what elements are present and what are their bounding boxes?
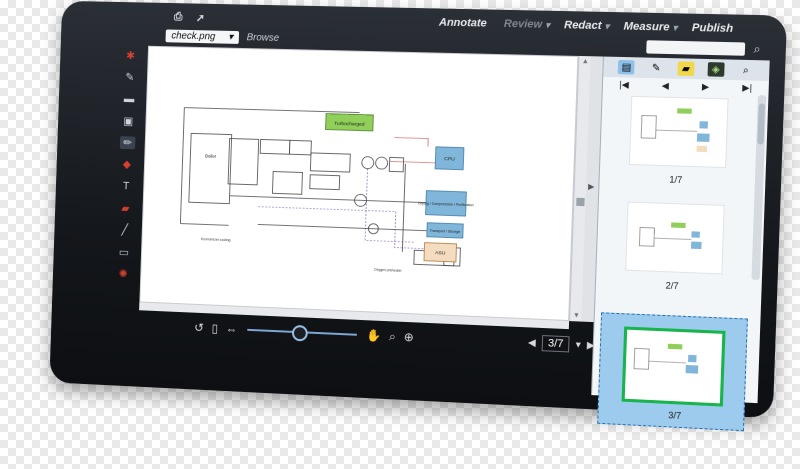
zoom-slider[interactable] xyxy=(247,323,357,342)
thumbnail-2-label: 2/7 xyxy=(596,278,749,294)
pen-icon[interactable]: ✎ xyxy=(122,71,138,84)
scroll-thumb[interactable] xyxy=(576,198,584,206)
rectangle-icon[interactable]: ▭ xyxy=(116,245,132,259)
menu-publish[interactable]: Publish xyxy=(692,22,737,35)
collapse-arrow-icon[interactable]: ▶ xyxy=(588,182,595,191)
bottom-left-caption: Economizer cooling xyxy=(201,237,231,242)
file-name: check.png xyxy=(171,30,215,42)
menu-annotate[interactable]: Annotate xyxy=(439,17,490,30)
notes-tab-icon[interactable]: ▰ xyxy=(677,61,694,76)
thumbnail-page-2[interactable] xyxy=(625,202,725,275)
cursor-icon[interactable]: ➚ xyxy=(196,11,205,24)
boiler-label: Boiler xyxy=(205,153,217,158)
tablet-mockup: ⎙ ➚ Annotate Review ▾ Redact ▾ Measure ▾ Pu… xyxy=(49,1,787,418)
menu-measure[interactable]: Measure ▾ xyxy=(623,20,677,33)
zoom-in-icon[interactable]: ⊕ xyxy=(403,330,413,344)
document-page[interactable]: Turbocharged Boiler CPU Drying / Compres… xyxy=(139,46,578,321)
page-dropdown-icon[interactable]: ▾ xyxy=(575,339,581,350)
thumbnail-1-preview xyxy=(630,97,728,167)
page-navigator: ◀ 3/7 ▾ ▶ xyxy=(528,334,595,353)
rotate-icon[interactable]: ↺ xyxy=(194,321,204,335)
schematic-diagram: Turbocharged Boiler CPU Drying / Compres… xyxy=(139,46,578,321)
print-icon[interactable]: ⎙ xyxy=(174,10,183,23)
line-icon[interactable]: ╱ xyxy=(117,223,133,237)
highlight-icon[interactable]: ▬ xyxy=(121,93,137,106)
last-page-icon[interactable]: ▶| xyxy=(742,82,752,94)
bottom-mid-caption: Oxygen preheater xyxy=(374,268,403,273)
top-left-icons: ⎙ ➚ xyxy=(174,10,205,23)
search-tab-icon[interactable]: ⌕ xyxy=(737,63,754,78)
annotation-toolrail: ✱ ✎ ▬ ▣ ✏ ◆ T ▰ ╱ ▭ ✺ xyxy=(112,43,143,281)
thumbnail-3-label: 3/7 xyxy=(598,407,751,425)
browse-link[interactable]: Browse xyxy=(246,32,279,44)
image-icon[interactable]: ▣ xyxy=(121,114,137,127)
title-block-label: Turbocharged xyxy=(334,121,365,128)
thumbnail-1-label: 1/7 xyxy=(600,172,753,187)
asu-label: ASU xyxy=(435,250,446,257)
eraser-icon[interactable]: ◆ xyxy=(119,158,135,171)
previous-page-icon[interactable]: ◀ xyxy=(528,337,536,348)
menu-review[interactable]: Review ▾ xyxy=(504,18,550,31)
search-icon[interactable]: ⌕ xyxy=(753,41,761,57)
stamp-icon[interactable]: ✱ xyxy=(123,49,139,62)
thumbnail-2-preview xyxy=(626,203,724,274)
prev-page-icon[interactable]: ◀ xyxy=(662,80,670,91)
thumbnail-page-1[interactable] xyxy=(629,96,729,168)
layers-tab-icon[interactable]: ◈ xyxy=(707,62,724,77)
pan-hand-icon[interactable]: ✋ xyxy=(366,328,381,343)
text-icon[interactable]: T xyxy=(118,180,134,194)
view-tools: ↺ ▯ ⇔ xyxy=(194,321,238,337)
next-thumb-icon[interactable]: ▶ xyxy=(702,81,710,92)
first-page-icon[interactable]: |◀ xyxy=(619,79,629,90)
thumbnail-panel: ▤ ✎ ▰ ◈ ⌕ |◀ ◀ ▶ ▶| 1/7 2/7 3/7 xyxy=(591,57,770,404)
cpu-label: CPU xyxy=(444,156,455,162)
menu-redact[interactable]: Redact ▾ xyxy=(564,19,610,32)
zoom-tools: ✋ ⌕ ⊕ xyxy=(366,328,414,345)
thumbnail-navigation: |◀ ◀ ▶ ▶| xyxy=(603,77,769,96)
main-menu: Annotate Review ▾ Redact ▾ Measure ▾ Publis… xyxy=(439,17,737,36)
zoom-slider-knob[interactable] xyxy=(291,325,307,342)
chevron-down-icon: ▾ xyxy=(228,31,233,42)
search-input[interactable] xyxy=(646,40,745,56)
boiler-block xyxy=(189,133,232,203)
annotations-tab-icon[interactable]: ✎ xyxy=(648,61,665,76)
page-icon[interactable]: ▯ xyxy=(211,321,218,335)
thumbnails-tab-icon[interactable]: ▤ xyxy=(618,60,635,75)
marker-icon[interactable]: ▰ xyxy=(118,202,134,216)
thumbnail-scrollbar[interactable] xyxy=(751,95,766,280)
zoom-area-icon[interactable]: ⌕ xyxy=(389,329,396,344)
thumbnail-page-3-selected[interactable]: 3/7 xyxy=(597,312,748,431)
pencil-icon[interactable]: ✏ xyxy=(120,136,136,149)
file-dropdown[interactable]: check.png ▾ xyxy=(165,29,239,43)
freehand-icon[interactable]: ✺ xyxy=(115,267,131,281)
thumbnail-3-preview xyxy=(625,330,716,397)
device-frame: ⎙ ➚ Annotate Review ▾ Redact ▾ Measure ▾ Pu… xyxy=(49,1,787,418)
thumbnail-3-frame xyxy=(622,326,726,406)
page-number-field[interactable]: 3/7 xyxy=(542,335,570,352)
fit-width-icon[interactable]: ⇔ xyxy=(225,322,237,336)
thumbnail-scroll-thumb[interactable] xyxy=(757,103,765,144)
